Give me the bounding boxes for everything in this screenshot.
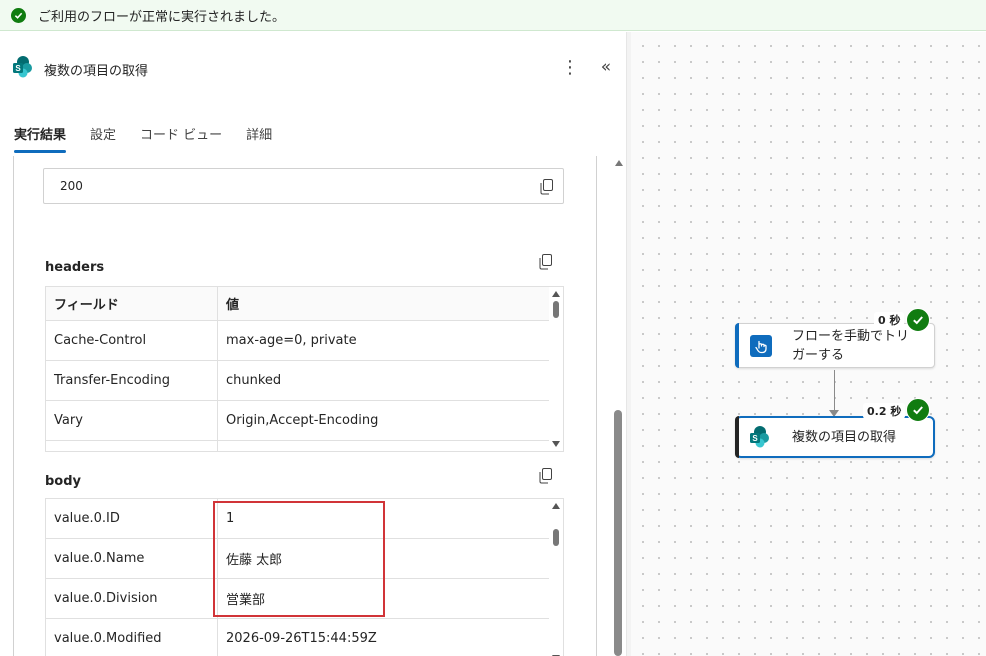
trigger-node[interactable]: フローを手動でトリ ガーする [735, 323, 935, 368]
tab-details[interactable]: 詳細 [246, 124, 272, 151]
copy-icon[interactable] [539, 468, 553, 484]
column-header-value: 値 [217, 287, 549, 321]
content-border [596, 156, 597, 656]
highlight-box [213, 501, 385, 617]
body-value: 2026-09-26T15:44:59Z [217, 618, 549, 656]
scroll-down-icon[interactable] [552, 441, 560, 447]
trigger-node-label-line1: フローを手動でトリ [792, 329, 910, 344]
get-items-duration: 0.2 秒 [863, 403, 906, 419]
table-row: Transfer-Encoding chunked [46, 360, 549, 401]
success-banner: ご利用のフローが正常に実行されました。 [0, 0, 986, 31]
column-header-field: フィールド [46, 287, 218, 321]
headers-label: headers [45, 260, 105, 275]
success-check-icon [906, 398, 930, 422]
header-field: Transfer-Encoding [46, 360, 218, 401]
table-row: value.0.Modified 2026-09-26T15:44:59Z [46, 618, 549, 656]
touch-icon [750, 335, 772, 361]
connector-line [834, 370, 835, 414]
status-code-value: 200 [60, 179, 83, 193]
action-title: 複数の項目の取得 [44, 63, 149, 79]
get-items-node[interactable]: S 複数の項目の取得 [735, 416, 935, 458]
header-field: Cache-Control [46, 320, 218, 361]
scroll-thumb[interactable] [553, 301, 559, 318]
collapse-panel-button[interactable]: « [596, 56, 616, 80]
node-accent [735, 323, 739, 368]
trigger-duration: 0 秒 [874, 312, 905, 328]
svg-text:S: S [752, 434, 758, 443]
svg-text:S: S [15, 64, 21, 73]
scroll-up-icon[interactable] [552, 503, 560, 509]
get-items-node-label: 複数の項目の取得 [792, 430, 897, 445]
flow-canvas[interactable]: フローを手動でトリ ガーする 0 秒 S 複数の項目の取得 0.2 秒 [631, 32, 986, 656]
table-row [46, 440, 549, 451]
headers-table: フィールド 値 Cache-Control max-age=0, private… [45, 286, 564, 452]
table-row: Cache-Control max-age=0, private [46, 320, 549, 361]
body-scrollbar[interactable] [549, 499, 563, 656]
panel-scrollbar[interactable] [612, 156, 624, 656]
body-field: value.0.Name [46, 538, 218, 579]
content-border [13, 156, 14, 656]
check-circle-icon [11, 7, 26, 23]
scroll-up-icon[interactable] [552, 291, 560, 297]
copy-icon[interactable] [539, 254, 553, 270]
scroll-thumb[interactable] [553, 529, 559, 546]
table-header-row: フィールド 値 [46, 287, 549, 321]
node-accent [735, 416, 739, 458]
headers-scrollbar[interactable] [549, 287, 563, 451]
body-field: value.0.Division [46, 578, 218, 619]
status-code-field: 200 [43, 168, 564, 204]
sharepoint-icon: S [12, 56, 34, 82]
scroll-thumb[interactable] [614, 410, 622, 656]
more-options-button[interactable]: ⋮ [560, 56, 580, 80]
header-value: max-age=0, private [217, 320, 549, 361]
header-value: chunked [217, 360, 549, 401]
header-field: Vary [46, 400, 218, 441]
panel-tabs: 実行結果 設定 コード ビュー 詳細 [14, 124, 296, 153]
body-field: value.0.ID [46, 499, 218, 539]
panel-header: S 複数の項目の取得 ⋮ « [12, 54, 612, 84]
body-field: value.0.Modified [46, 618, 218, 656]
trigger-node-label-line2: ガーする [792, 348, 845, 363]
run-output-content: 200 headers フィールド 値 Cache-Control max-ag… [0, 156, 626, 656]
header-value: Origin,Accept-Encoding [217, 400, 549, 441]
body-label: body [45, 474, 82, 489]
sharepoint-icon: S [749, 426, 771, 452]
table-row: Vary Origin,Accept-Encoding [46, 400, 549, 441]
scroll-up-icon[interactable] [615, 160, 623, 166]
tab-code-view[interactable]: コード ビュー [140, 124, 222, 151]
success-check-icon [906, 308, 930, 332]
copy-icon[interactable] [540, 179, 554, 195]
action-details-panel: S 複数の項目の取得 ⋮ « 実行結果 設定 コード ビュー 詳細 200 he… [0, 32, 626, 656]
tab-settings[interactable]: 設定 [90, 124, 116, 151]
success-message: ご利用のフローが正常に実行されました。 [38, 9, 286, 25]
tab-run-result[interactable]: 実行結果 [14, 124, 67, 153]
